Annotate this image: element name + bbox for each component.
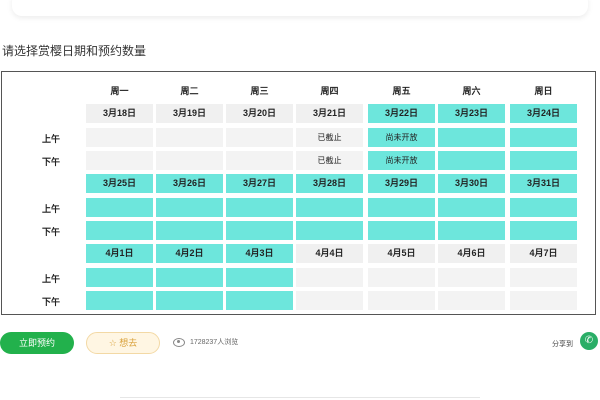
slot-pm[interactable] xyxy=(226,221,293,240)
date-cell: 3月19日 xyxy=(156,104,223,123)
want-to-go-button[interactable]: ☆ 想去 xyxy=(86,332,160,354)
top-card xyxy=(12,0,588,16)
slot-pm[interactable] xyxy=(368,221,435,240)
slot-am xyxy=(296,268,363,287)
slot-am[interactable] xyxy=(86,268,153,287)
row-label-pm: 下午 xyxy=(42,227,61,237)
slot-pm xyxy=(86,151,153,170)
date-cell[interactable]: 3月26日 xyxy=(156,174,223,193)
row-label-am: 上午 xyxy=(42,204,61,214)
date-cell[interactable]: 4月3日 xyxy=(226,244,293,263)
slot-am xyxy=(156,128,223,147)
section-title: 请选择赏樱日期和预约数量 xyxy=(2,44,147,58)
slot-am[interactable] xyxy=(156,198,223,217)
slot-am[interactable] xyxy=(226,268,293,287)
slot-pm[interactable]: 尚未开放 xyxy=(368,151,435,170)
date-cell[interactable]: 3月30日 xyxy=(438,174,505,193)
slot-pm[interactable] xyxy=(86,291,153,310)
slot-am[interactable] xyxy=(510,198,577,217)
date-cell: 4月7日 xyxy=(510,244,577,263)
row-label-am: 上午 xyxy=(42,274,61,284)
reservation-calendar: 周一 周二 周三 周四 周五 周六 周日 3月18日 3月19日 3月20日 3月21日 3月22日 3… xyxy=(1,71,596,315)
divider xyxy=(120,397,480,398)
slot-am[interactable] xyxy=(438,128,505,147)
slot-pm[interactable] xyxy=(510,151,577,170)
slot-pm[interactable] xyxy=(296,221,363,240)
slot-am xyxy=(510,268,577,287)
date-cell[interactable]: 3月29日 xyxy=(368,174,435,193)
slot-pm xyxy=(226,151,293,170)
weekday-header: 周三 xyxy=(250,86,269,96)
slot-pm[interactable] xyxy=(438,221,505,240)
weekday-header: 周一 xyxy=(110,86,129,96)
slot-am xyxy=(86,128,153,147)
slot-pm[interactable] xyxy=(226,291,293,310)
slot-pm xyxy=(368,291,435,310)
slot-pm[interactable] xyxy=(156,291,223,310)
date-cell: 4月5日 xyxy=(368,244,435,263)
slot-am xyxy=(368,268,435,287)
slot-pm[interactable] xyxy=(510,221,577,240)
date-cell[interactable]: 4月1日 xyxy=(86,244,153,263)
date-cell: 3月21日 xyxy=(296,104,363,123)
slot-pm xyxy=(156,151,223,170)
slot-am[interactable] xyxy=(368,198,435,217)
weekday-header: 周四 xyxy=(320,86,339,96)
action-bar: 立即预约 ☆ 想去 1728237人浏览 分享到 ✆ xyxy=(0,330,600,360)
slot-pm[interactable] xyxy=(156,221,223,240)
date-cell[interactable]: 3月27日 xyxy=(226,174,293,193)
slot-am[interactable] xyxy=(296,198,363,217)
date-cell[interactable]: 3月22日 xyxy=(368,104,435,123)
slot-pm: 已截止 xyxy=(296,151,363,170)
slot-am[interactable]: 尚未开放 xyxy=(368,128,435,147)
star-icon: ☆ xyxy=(108,338,117,348)
eye-icon xyxy=(173,337,185,347)
view-count-text: 1728237人浏览 xyxy=(189,339,239,346)
date-cell: 4月6日 xyxy=(438,244,505,263)
row-label-am: 上午 xyxy=(42,134,61,144)
weekday-header: 周日 xyxy=(534,86,553,96)
slot-pm xyxy=(296,291,363,310)
weekday-header: 周二 xyxy=(180,86,199,96)
weekday-header: 周五 xyxy=(392,86,411,96)
book-now-button[interactable]: 立即预约 xyxy=(0,332,74,354)
date-cell[interactable]: 3月24日 xyxy=(510,104,577,123)
slot-am: 已截止 xyxy=(296,128,363,147)
date-cell[interactable]: 3月23日 xyxy=(438,104,505,123)
share-label: 分享到 xyxy=(552,341,573,348)
weekday-header: 周六 xyxy=(462,86,481,96)
date-cell: 4月4日 xyxy=(296,244,363,263)
slot-am xyxy=(438,268,505,287)
date-cell[interactable]: 3月25日 xyxy=(86,174,153,193)
slot-am[interactable] xyxy=(156,268,223,287)
date-cell: 3月18日 xyxy=(86,104,153,123)
slot-pm xyxy=(510,291,577,310)
date-cell[interactable]: 4月2日 xyxy=(156,244,223,263)
date-cell[interactable]: 3月28日 xyxy=(296,174,363,193)
slot-am[interactable] xyxy=(226,198,293,217)
want-to-go-label: 想去 xyxy=(119,338,138,348)
slot-am[interactable] xyxy=(510,128,577,147)
date-cell: 3月20日 xyxy=(226,104,293,123)
slot-pm[interactable] xyxy=(86,221,153,240)
slot-am xyxy=(226,128,293,147)
date-cell[interactable]: 3月31日 xyxy=(510,174,577,193)
slot-am[interactable] xyxy=(438,198,505,217)
slot-am[interactable] xyxy=(86,198,153,217)
row-label-pm: 下午 xyxy=(42,157,61,167)
view-count: 1728237人浏览 xyxy=(173,337,238,347)
slot-pm[interactable] xyxy=(438,151,505,170)
wechat-icon[interactable]: ✆ xyxy=(580,332,598,350)
row-label-pm: 下午 xyxy=(42,297,61,307)
slot-pm xyxy=(438,291,505,310)
